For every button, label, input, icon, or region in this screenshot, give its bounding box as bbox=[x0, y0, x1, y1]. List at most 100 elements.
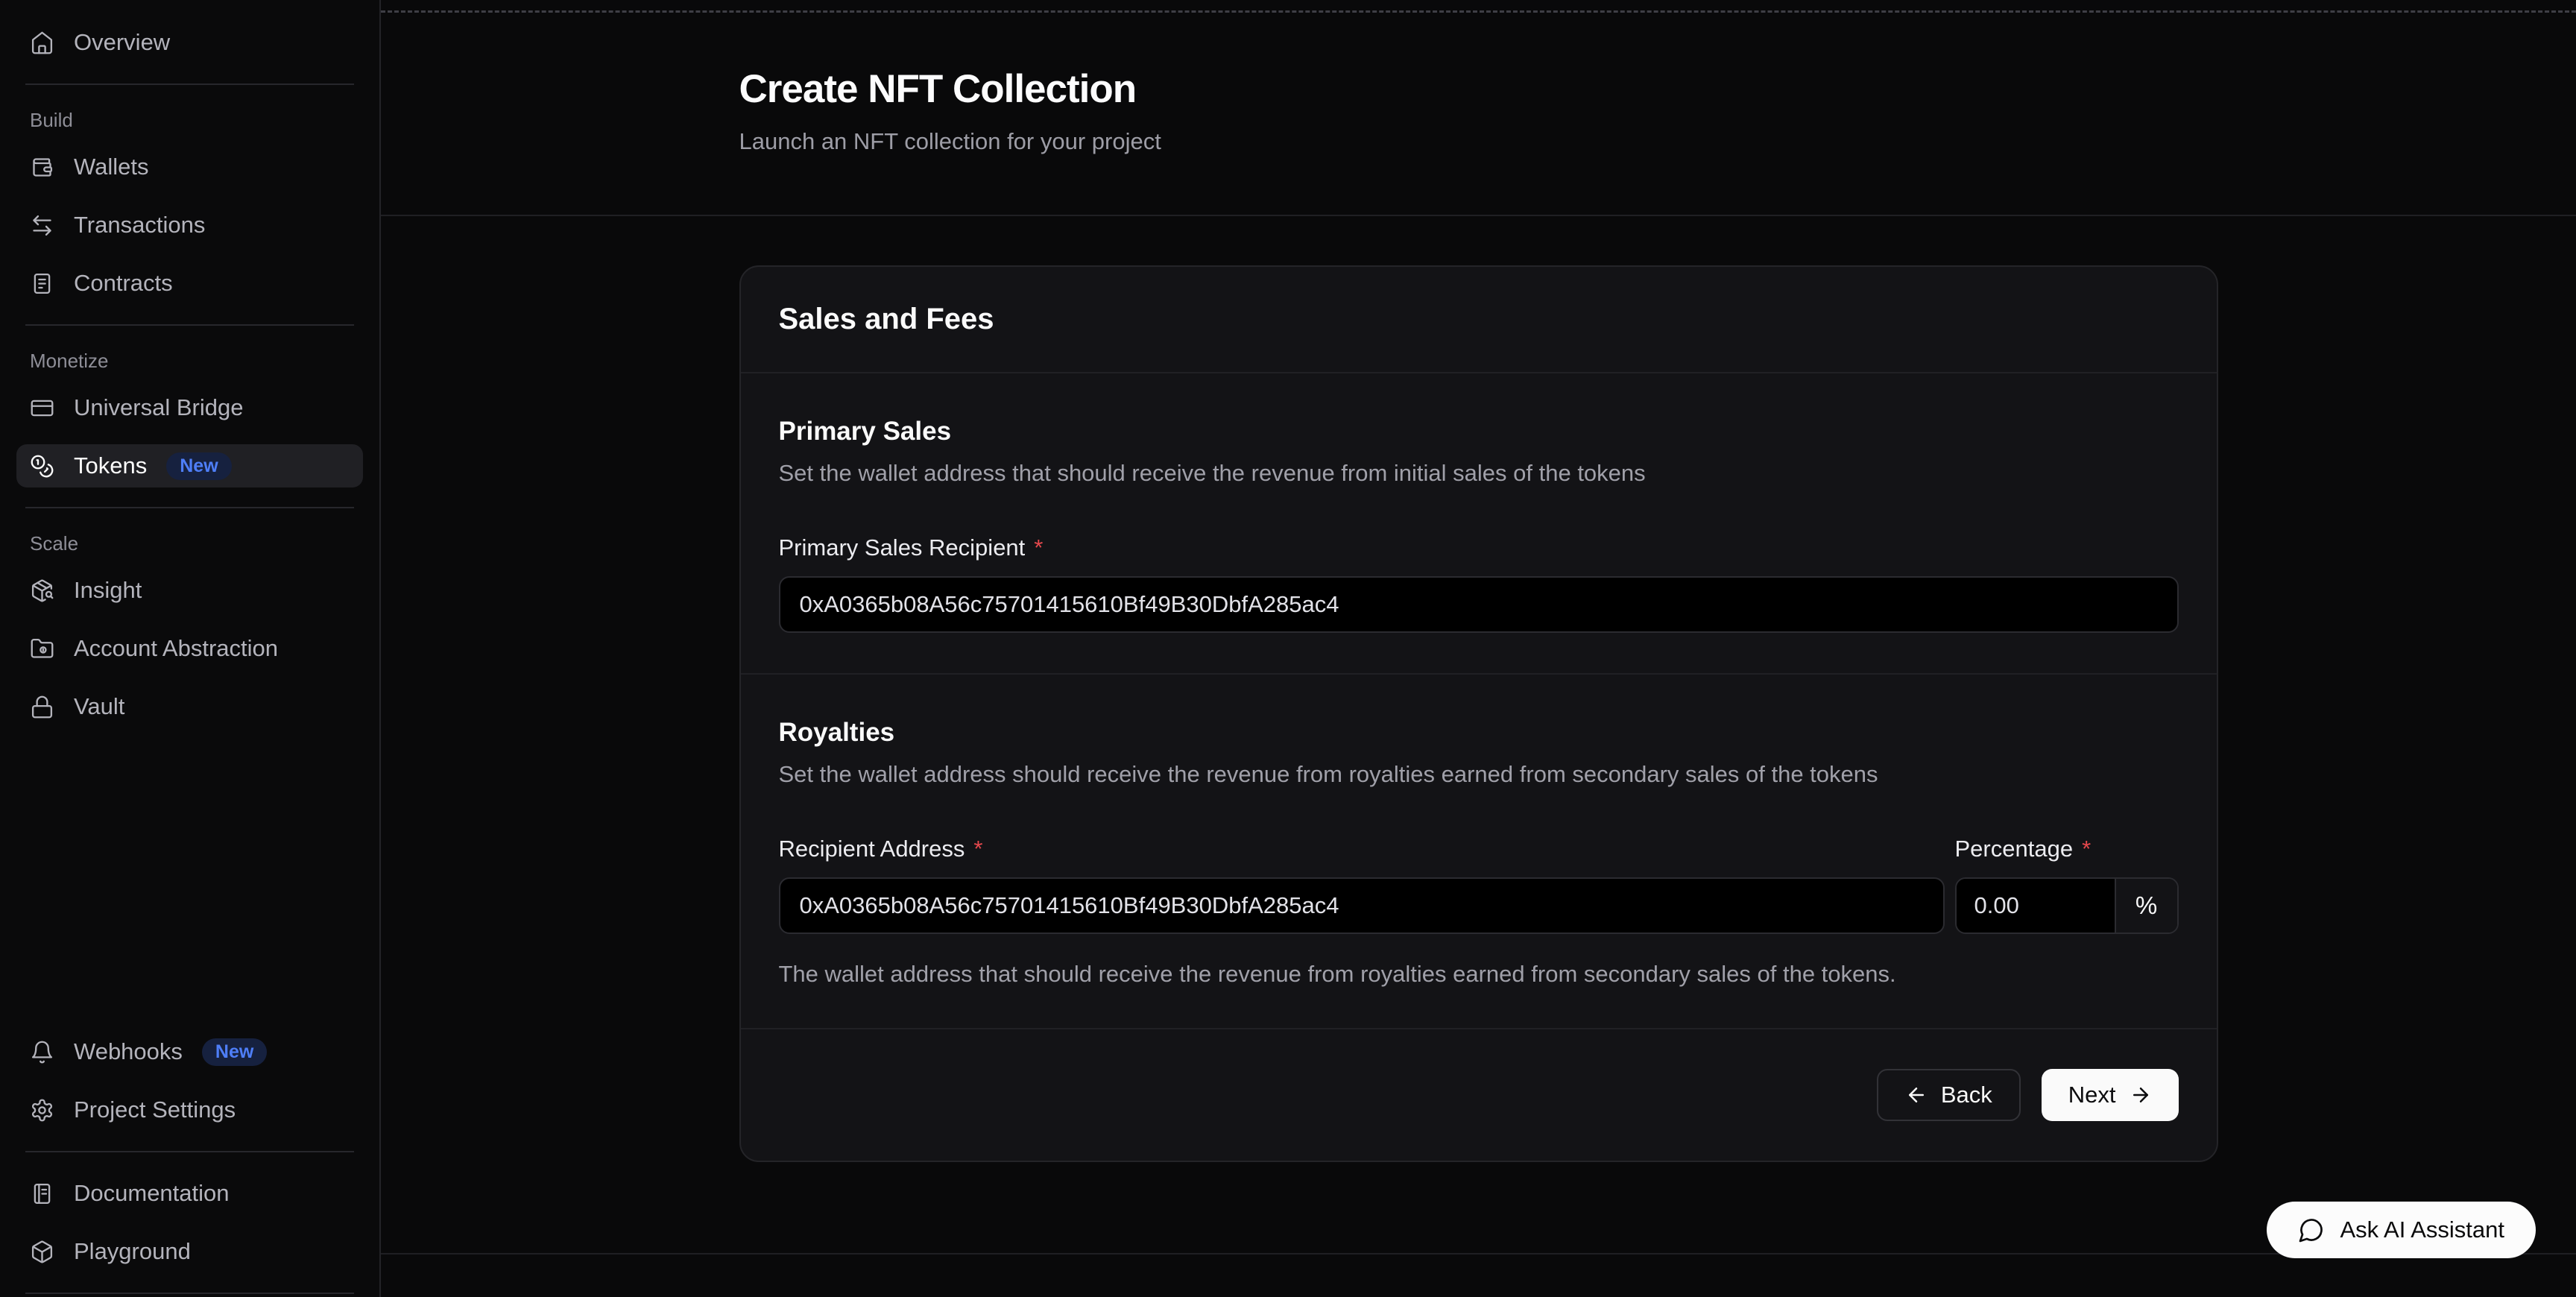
page-subtitle: Launch an NFT collection for your projec… bbox=[739, 128, 2218, 155]
sidebar-item-transactions[interactable]: Transactions bbox=[16, 203, 363, 247]
bell-icon bbox=[30, 1040, 54, 1064]
sales-and-fees-card: Sales and Fees Primary Sales Set the wal… bbox=[739, 265, 2218, 1162]
sidebar-item-label: Universal Bridge bbox=[74, 394, 243, 421]
field-label-text: Primary Sales Recipient bbox=[779, 534, 1026, 561]
sidebar-group-bottom: Webhooks New Project Settings bbox=[16, 1030, 363, 1132]
coins-icon bbox=[30, 454, 54, 479]
sidebar-item-label: Insight bbox=[74, 577, 142, 604]
sidebar-item-label: Documentation bbox=[74, 1180, 230, 1207]
sidebar-item-label: Playground bbox=[74, 1238, 191, 1265]
ask-ai-assistant-label: Ask AI Assistant bbox=[2340, 1216, 2504, 1243]
royalty-percentage-field: Percentage * % bbox=[1955, 836, 2179, 934]
arrow-left-icon bbox=[1905, 1084, 1928, 1106]
sidebar-item-documentation[interactable]: Documentation bbox=[16, 1172, 363, 1215]
sidebar-group-scale: Insight Account Abstraction Vault bbox=[16, 569, 363, 728]
page-header: Create NFT Collection Launch an NFT coll… bbox=[381, 13, 2576, 216]
cube-icon bbox=[30, 1240, 54, 1264]
sidebar-item-label: Overview bbox=[74, 29, 170, 56]
sidebar-item-webhooks[interactable]: Webhooks New bbox=[16, 1030, 363, 1073]
back-button-label: Back bbox=[1941, 1082, 1992, 1108]
next-button[interactable]: Next bbox=[2042, 1069, 2179, 1121]
primary-sales-recipient-input[interactable] bbox=[779, 576, 2179, 633]
gear-icon bbox=[30, 1098, 54, 1123]
royalty-recipient-label: Recipient Address * bbox=[779, 836, 1945, 862]
next-button-label: Next bbox=[2068, 1082, 2116, 1108]
sidebar-item-label: Account Abstraction bbox=[74, 635, 278, 662]
bottom-divider bbox=[381, 1253, 2576, 1255]
sidebar-item-insight[interactable]: Insight bbox=[16, 569, 363, 612]
arrow-right-icon bbox=[2130, 1084, 2152, 1106]
sidebar-item-label: Webhooks bbox=[74, 1038, 183, 1065]
arrows-left-right-icon bbox=[30, 213, 54, 238]
contract-document-icon bbox=[30, 271, 54, 296]
sidebar: Overview Build Wallets Transactions Cont… bbox=[0, 0, 381, 1297]
sidebar-divider bbox=[25, 324, 354, 326]
royalty-recipient-field: Recipient Address * bbox=[779, 836, 1945, 934]
back-button[interactable]: Back bbox=[1877, 1069, 2021, 1121]
sidebar-item-label: Transactions bbox=[74, 212, 205, 239]
sidebar-divider bbox=[25, 1151, 354, 1152]
book-icon bbox=[30, 1181, 54, 1206]
primary-sales-section: Primary Sales Set the wallet address tha… bbox=[741, 373, 2217, 673]
royalties-fields-row: Recipient Address * Percentage * % bbox=[779, 836, 2179, 934]
royalty-percentage-input[interactable] bbox=[1957, 879, 2115, 932]
sidebar-section-scale: Scale bbox=[16, 532, 363, 555]
sidebar-item-vault[interactable]: Vault bbox=[16, 685, 363, 728]
sidebar-item-universal-bridge[interactable]: Universal Bridge bbox=[16, 386, 363, 429]
sidebar-item-tokens[interactable]: Tokens New bbox=[16, 444, 363, 487]
primary-sales-heading: Primary Sales bbox=[779, 417, 2179, 446]
sidebar-section-build: Build bbox=[16, 109, 363, 132]
royalties-section: Royalties Set the wallet address should … bbox=[741, 673, 2217, 1028]
card-footer: Back Next bbox=[741, 1028, 2217, 1161]
sidebar-item-label: Project Settings bbox=[74, 1096, 236, 1123]
package-search-icon bbox=[30, 578, 54, 603]
sidebar-item-label: Tokens bbox=[74, 452, 147, 479]
new-badge: New bbox=[166, 452, 231, 480]
sidebar-group-build: Wallets Transactions Contracts bbox=[16, 145, 363, 305]
field-label-text: Recipient Address bbox=[779, 836, 965, 862]
sidebar-divider bbox=[25, 507, 354, 508]
sidebar-group-footer: Documentation Playground bbox=[16, 1172, 363, 1273]
new-badge: New bbox=[202, 1038, 267, 1066]
chat-bubble-icon bbox=[2298, 1216, 2325, 1243]
required-asterisk: * bbox=[1034, 534, 1043, 561]
sidebar-item-label: Contracts bbox=[74, 270, 173, 297]
main-area: Create NFT Collection Launch an NFT coll… bbox=[381, 0, 2576, 1297]
sidebar-section-monetize: Monetize bbox=[16, 350, 363, 373]
lock-icon bbox=[30, 695, 54, 719]
page-title: Create NFT Collection bbox=[739, 66, 2218, 112]
sidebar-item-account-abstraction[interactable]: Account Abstraction bbox=[16, 627, 363, 670]
royalties-heading: Royalties bbox=[779, 718, 2179, 748]
primary-sales-recipient-label: Primary Sales Recipient * bbox=[779, 534, 2179, 561]
sidebar-divider bbox=[25, 83, 354, 85]
required-asterisk: * bbox=[973, 836, 982, 862]
royalty-recipient-input[interactable] bbox=[779, 877, 1945, 934]
sidebar-item-contracts[interactable]: Contracts bbox=[16, 262, 363, 305]
royalty-helper-text: The wallet address that should receive t… bbox=[779, 961, 2179, 988]
sidebar-spacer bbox=[16, 728, 363, 1030]
sidebar-item-overview[interactable]: Overview bbox=[16, 21, 363, 64]
sidebar-item-label: Wallets bbox=[74, 154, 148, 180]
card-header: Sales and Fees bbox=[741, 267, 2217, 373]
sidebar-item-project-settings[interactable]: Project Settings bbox=[16, 1088, 363, 1132]
home-icon bbox=[30, 31, 54, 55]
smart-wallet-icon bbox=[30, 637, 54, 661]
royalty-percentage-label: Percentage * bbox=[1955, 836, 2179, 862]
sidebar-item-label: Vault bbox=[74, 693, 124, 720]
ask-ai-assistant-button[interactable]: Ask AI Assistant bbox=[2267, 1202, 2536, 1258]
percent-suffix: % bbox=[2115, 879, 2177, 932]
top-dashed-divider bbox=[381, 0, 2576, 13]
app-screen: Overview Build Wallets Transactions Cont… bbox=[0, 0, 2576, 1297]
field-label-text: Percentage bbox=[1955, 836, 2074, 862]
required-asterisk: * bbox=[2082, 836, 2091, 862]
wallet-icon bbox=[30, 155, 54, 180]
sidebar-item-playground[interactable]: Playground bbox=[16, 1230, 363, 1273]
credit-card-icon bbox=[30, 396, 54, 420]
sidebar-group-monetize: Universal Bridge Tokens New bbox=[16, 386, 363, 487]
percentage-input-group: % bbox=[1955, 877, 2179, 934]
sidebar-item-wallets[interactable]: Wallets bbox=[16, 145, 363, 189]
card-title: Sales and Fees bbox=[779, 303, 2179, 336]
primary-sales-description: Set the wallet address that should recei… bbox=[779, 460, 2179, 487]
sidebar-divider bbox=[25, 1293, 354, 1294]
royalties-description: Set the wallet address should receive th… bbox=[779, 761, 2179, 788]
